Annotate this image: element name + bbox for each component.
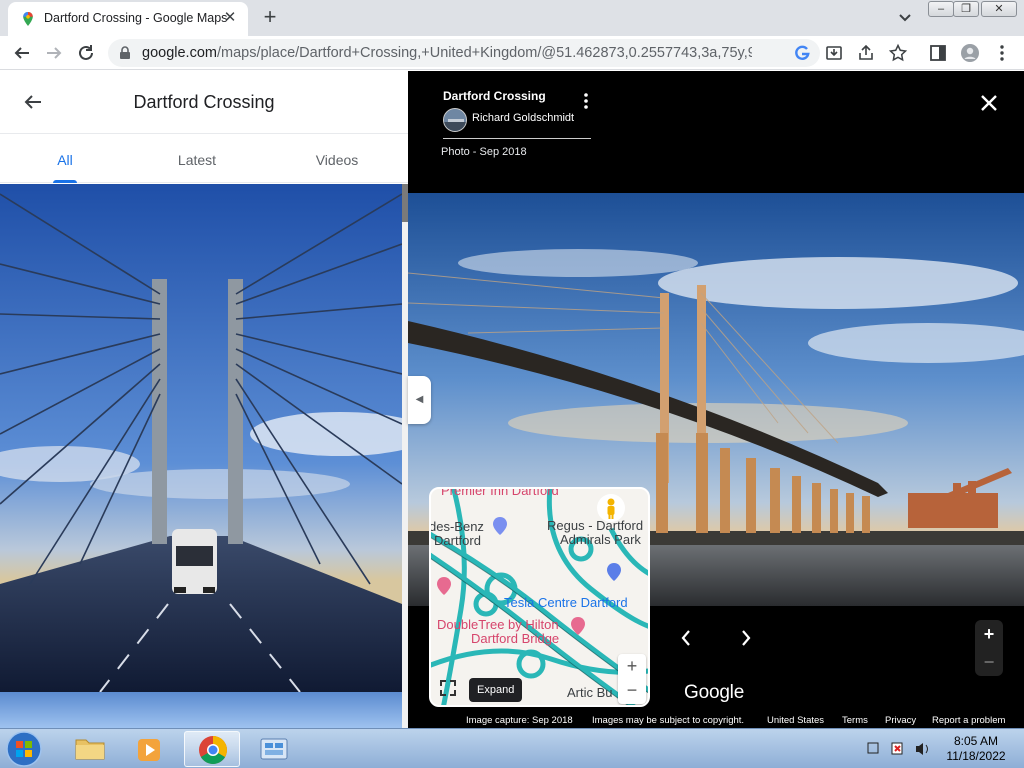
mini-map-zoom-control: + − — [618, 654, 646, 704]
terms-link[interactable]: Terms — [842, 715, 868, 726]
system-clock[interactable]: 8:05 AM 11/18/2022 — [936, 734, 1016, 764]
map-label-doubletree[interactable]: DoubleTree by Hilton — [437, 617, 559, 632]
author-avatar[interactable] — [443, 108, 467, 132]
pin-icon[interactable] — [607, 563, 621, 581]
close-icon[interactable] — [979, 93, 999, 113]
tab-latest[interactable]: Latest — [147, 152, 247, 168]
windows-taskbar: 8:05 AM 11/18/2022 — [0, 728, 1024, 768]
map-label-tesla[interactable]: Tesla Centre Dartford — [504, 595, 628, 610]
zoom-in-button[interactable]: + — [975, 620, 1003, 648]
media-player-icon — [138, 739, 160, 761]
chevron-left-icon: ◀ — [415, 394, 424, 405]
more-vertical-icon[interactable] — [578, 91, 594, 111]
pin-icon[interactable] — [493, 517, 507, 535]
profile-avatar-icon[interactable] — [960, 43, 980, 63]
tab-videos[interactable]: Videos — [287, 152, 387, 168]
viewer-place-name[interactable]: Dartford Crossing — [443, 89, 546, 103]
side-panel-icon[interactable] — [928, 43, 948, 63]
system-tray — [864, 739, 934, 759]
photo-date: Photo - Sep 2018 — [441, 146, 527, 158]
file-explorer-taskbar-button[interactable] — [62, 731, 118, 767]
url-host: google.com — [142, 45, 217, 61]
photo-thumbnail-next[interactable] — [0, 692, 402, 728]
photos-side-panel: Dartford Crossing All Latest Videos — [0, 71, 408, 728]
url-path: /maps/place/Dartford+Crossing,+United+Ki… — [216, 45, 752, 61]
viewer-zoom-control: + − — [975, 620, 1003, 676]
pegman-figure — [607, 498, 615, 519]
collapse-panel-button[interactable]: ◀ — [408, 376, 431, 424]
chevron-down-icon[interactable] — [896, 8, 914, 26]
panel-title: Dartford Crossing — [133, 92, 275, 112]
control-panel-icon — [260, 738, 288, 760]
bridge-road-photo — [0, 184, 402, 692]
pegman-icon[interactable] — [597, 494, 625, 522]
window-close-button[interactable]: ✕ — [981, 1, 1017, 17]
photo-thumbnail[interactable] — [0, 184, 402, 692]
map-label-regus[interactable]: Regus - Dartford — [547, 518, 643, 533]
privacy-link[interactable]: Privacy — [885, 715, 916, 726]
forward-arrow-icon[interactable] — [44, 43, 64, 63]
tab-all[interactable]: All — [15, 152, 115, 168]
map-label-dartford[interactable]: Dartford — [434, 533, 481, 548]
google-lens-icon[interactable] — [792, 43, 812, 63]
chevron-right-icon[interactable] — [738, 627, 754, 649]
chrome-taskbar-button[interactable] — [184, 731, 240, 767]
photo-viewer: Dartford Crossing Richard Goldschmidt Ph… — [408, 71, 1024, 728]
windows-start-icon[interactable] — [4, 730, 44, 768]
network-icon — [867, 742, 879, 754]
new-tab-button[interactable]: + — [258, 5, 282, 29]
media-player-taskbar-button[interactable] — [122, 731, 178, 767]
share-icon[interactable] — [856, 43, 876, 63]
avatar-image — [444, 109, 466, 131]
tab-title: Dartford Crossing - Google Maps — [44, 11, 228, 25]
browser-tab-strip: Dartford Crossing - Google Maps ✕ + ‒ ❐ … — [0, 0, 1024, 36]
map-label-dartford-bridge[interactable]: Dartford Bridge — [471, 631, 559, 646]
reload-icon[interactable] — [76, 43, 96, 63]
browser-tab[interactable]: Dartford Crossing - Google Maps ✕ — [8, 2, 248, 36]
map-label-mercedes[interactable]: des-Benz — [431, 519, 484, 534]
mini-map[interactable]: Premier Inn Dartford des-Benz Dartford R… — [429, 487, 650, 707]
google-maps-icon — [23, 12, 33, 26]
minimap-zoom-out-button[interactable]: − — [618, 678, 646, 702]
report-problem-link[interactable]: Report a problem — [932, 715, 1005, 726]
google-logo: Google — [684, 682, 745, 703]
author-name[interactable]: Richard Goldschmidt — [472, 112, 574, 124]
close-tab-icon[interactable]: ✕ — [220, 8, 240, 28]
copyright-text: Images may be subject to copyright. — [592, 715, 745, 726]
control-panel-taskbar-button[interactable] — [246, 731, 302, 767]
zoom-out-button[interactable]: − — [975, 648, 1003, 676]
lock-icon[interactable] — [118, 46, 132, 60]
hotel-pin-icon[interactable] — [571, 617, 585, 635]
url-text: google.com/maps/place/Dartford+Crossing,… — [142, 45, 752, 61]
map-label-artic[interactable]: Artic Bu — [567, 685, 613, 700]
map-label-admirals-park[interactable]: Admirals Park — [560, 532, 641, 547]
panel-header: Dartford Crossing — [0, 71, 408, 134]
browser-toolbar: google.com/maps/place/Dartford+Crossing,… — [0, 36, 1024, 70]
clock-time: 8:05 AM — [953, 734, 999, 748]
address-bar[interactable]: google.com/maps/place/Dartford+Crossing,… — [108, 39, 820, 67]
minimap-zoom-in-button[interactable]: + — [618, 654, 646, 678]
viewer-footer: Image capture: Sep 2018 Images may be su… — [408, 714, 1024, 728]
more-vertical-icon[interactable] — [992, 43, 1012, 63]
country-link[interactable]: United States — [767, 715, 824, 726]
install-icon[interactable] — [824, 43, 844, 63]
fullscreen-icon[interactable] — [439, 679, 457, 697]
chrome-icon — [199, 736, 227, 764]
bookmark-star-icon[interactable] — [888, 43, 908, 63]
folder-icon — [75, 739, 105, 760]
window-minimize-button[interactable]: ‒ — [928, 1, 954, 17]
back-arrow-icon[interactable] — [12, 43, 32, 63]
expand-tooltip: Expand — [469, 678, 523, 702]
hotel-pin-icon[interactable] — [437, 577, 451, 595]
chevron-left-icon[interactable] — [678, 627, 694, 649]
window-restore-button[interactable]: ❐ — [953, 1, 979, 17]
clock-date: 11/18/2022 — [946, 749, 1006, 763]
tray-icons — [867, 742, 928, 755]
image-capture-text: Image capture: Sep 2018 — [466, 715, 573, 726]
active-tab-indicator — [53, 180, 77, 183]
map-label-premier-inn[interactable]: Premier Inn Dartford — [441, 489, 559, 498]
header-divider — [443, 138, 591, 139]
photo-tabs: All Latest Videos — [0, 135, 408, 183]
